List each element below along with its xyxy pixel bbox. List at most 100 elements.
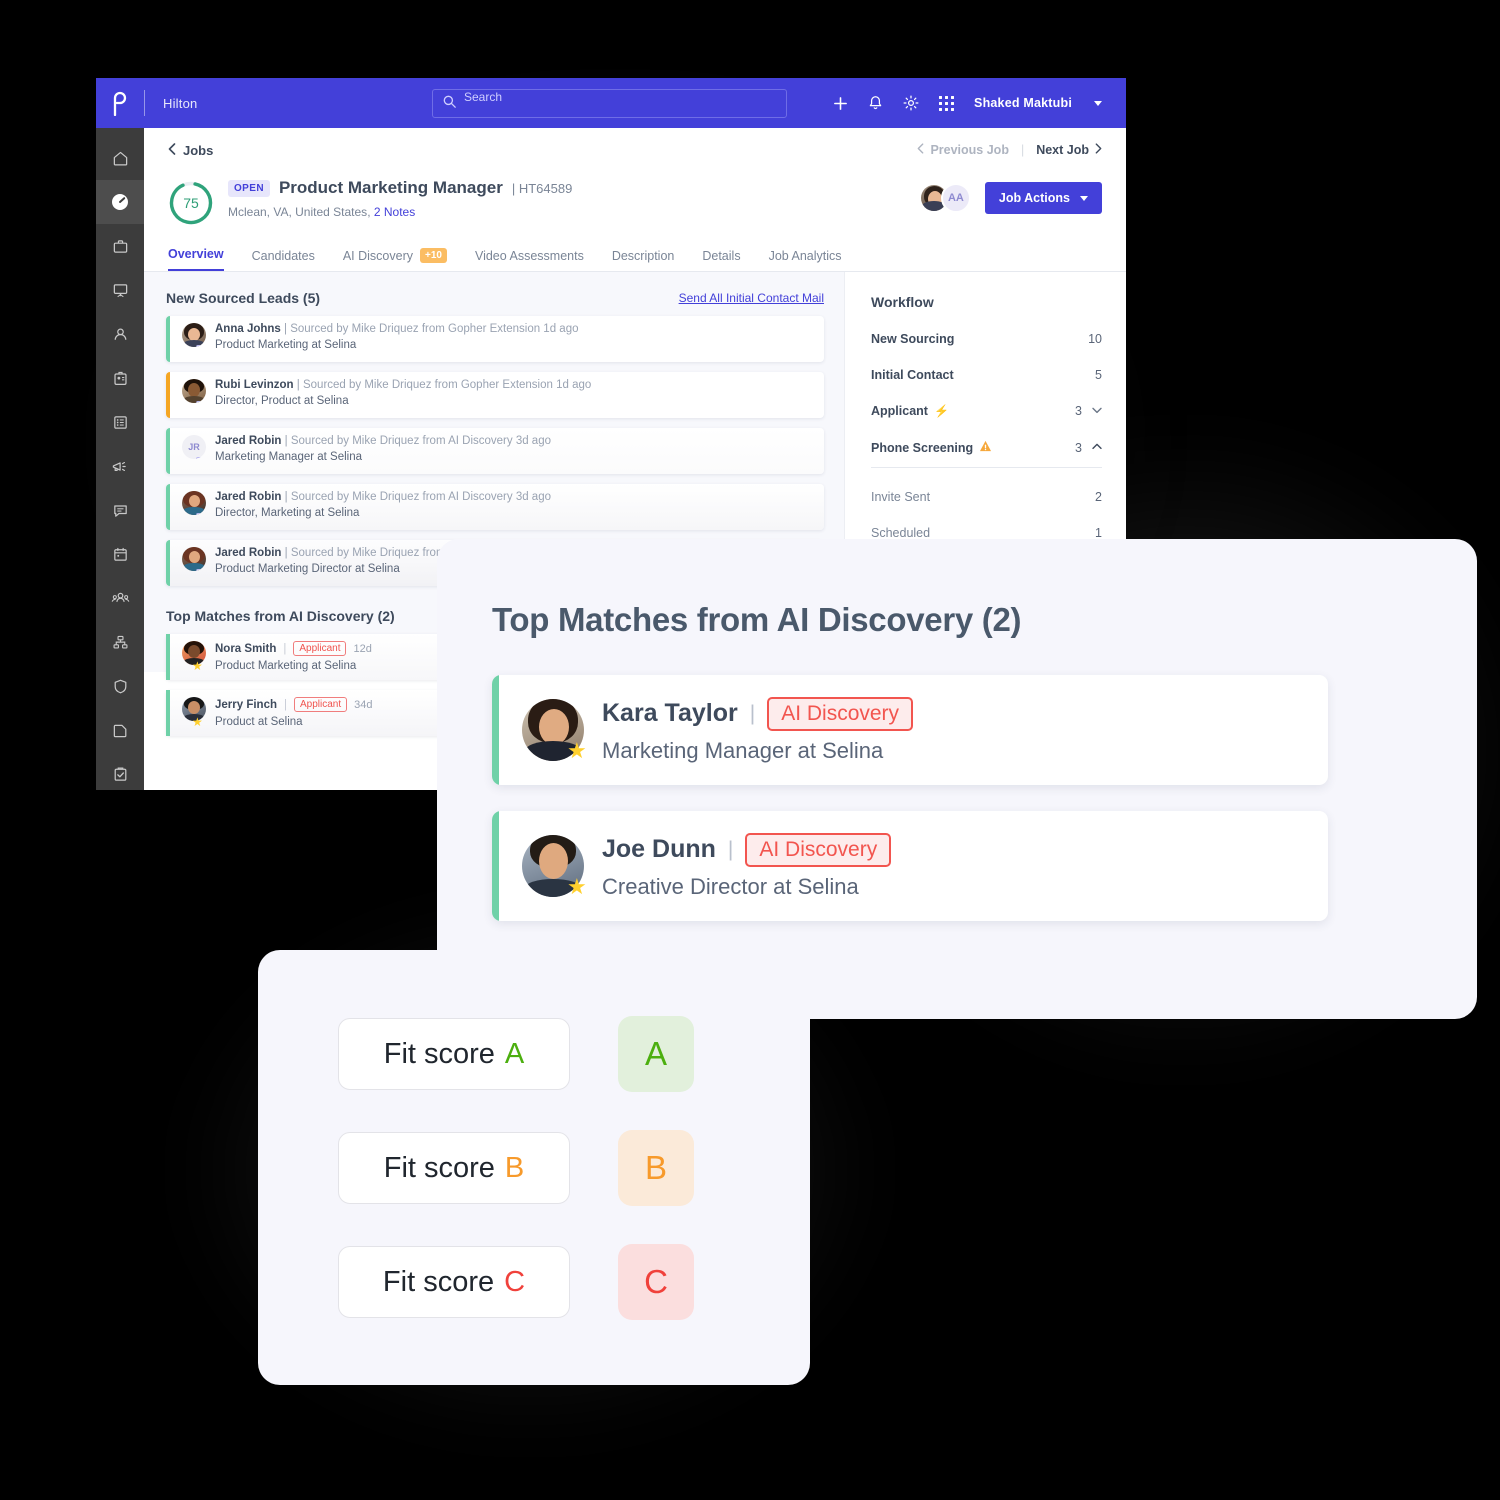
tab-description[interactable]: Description <box>612 249 675 271</box>
bell-icon[interactable] <box>868 95 883 111</box>
workflow-row-initial-contact[interactable]: Initial Contact 5 <box>871 368 1102 382</box>
sidebar-item-dashboard[interactable] <box>96 180 144 224</box>
overlay-match-name: Joe Dunn <box>602 835 716 863</box>
overlay-separator: | <box>727 837 734 861</box>
sidebar-item-messages[interactable] <box>96 488 144 532</box>
group-icon <box>111 592 129 602</box>
overlay-match-item[interactable]: ★ Joe Dunn | AI Discovery Creative Direc… <box>492 811 1328 921</box>
tab-label: Job Analytics <box>768 249 842 263</box>
next-job-button[interactable]: Next Job <box>1036 143 1102 157</box>
sidebar-item-lists[interactable] <box>96 400 144 444</box>
sidebar-item-security[interactable] <box>96 664 144 708</box>
tab-details[interactable]: Details <box>702 249 740 271</box>
sidebar-item-jobs[interactable] <box>96 224 144 268</box>
assignee-avatars[interactable]: AA <box>918 183 973 213</box>
speedometer-icon <box>112 194 128 210</box>
sidebar-item-home[interactable] <box>96 136 144 180</box>
fit-score-chip-a[interactable]: Fit score A <box>338 1018 570 1090</box>
avatar: New <box>182 323 206 347</box>
sidebar-item-candidates[interactable] <box>96 312 144 356</box>
send-all-initial-contact-mail-link[interactable]: Send All Initial Contact Mail <box>679 291 824 305</box>
sidebar-item-teams[interactable] <box>96 576 144 620</box>
warning-icon <box>979 440 992 455</box>
job-code: | HT64589 <box>511 180 573 196</box>
workflow-row-applicant[interactable]: Applicant ⚡ 3 <box>871 404 1102 418</box>
chevron-down-icon <box>1080 195 1088 201</box>
fit-score-grade: C <box>504 1265 526 1298</box>
sidebar-item-org-chart[interactable] <box>96 620 144 664</box>
list-item[interactable]: New Jared Robin | Sourced by Mike Drique… <box>166 484 824 530</box>
job-score-ring: 75 <box>168 180 214 226</box>
search-icon <box>443 95 456 113</box>
avatar: New <box>182 547 206 571</box>
logo-divider <box>144 90 145 116</box>
workflow-title: Workflow <box>871 294 934 310</box>
megaphone-icon <box>112 461 126 471</box>
shield-icon <box>114 679 126 693</box>
search-input[interactable]: Search <box>432 89 787 118</box>
avatar-initials: AA <box>940 183 971 213</box>
tab-job-analytics[interactable]: Job Analytics <box>769 249 842 271</box>
job-header-actions: AA Job Actions <box>918 182 1102 214</box>
workflow-row-new-sourcing[interactable]: New Sourcing 10 <box>871 332 1102 346</box>
fit-score-prefix: Fit score <box>383 1151 495 1184</box>
chevron-up-icon[interactable] <box>1092 442 1102 453</box>
pandologic-p-logo-icon <box>111 90 129 116</box>
left-sidebar <box>96 128 144 790</box>
job-actions-button[interactable]: Job Actions <box>984 182 1102 214</box>
sidebar-item-talent-pool[interactable] <box>96 356 144 400</box>
fit-score-square-a[interactable]: A <box>618 1016 694 1092</box>
list-item[interactable]: New Anna Johns | Sourced by Mike Driquez… <box>166 316 824 362</box>
fit-score-square-b[interactable]: B <box>618 1130 694 1206</box>
overlay-match-text: Joe Dunn | AI Discovery Creative Directo… <box>602 832 892 900</box>
chevron-down-icon[interactable] <box>1094 100 1102 106</box>
grid-apps-icon[interactable] <box>939 95 955 111</box>
app-logo[interactable] <box>96 78 144 128</box>
calendar-icon <box>113 547 127 561</box>
sidebar-item-tasks[interactable] <box>96 752 144 790</box>
previous-job-label: Previous Job <box>930 143 1009 157</box>
list-item[interactable]: New Rubi Levinzon | Sourced by Mike Driq… <box>166 372 824 418</box>
sidebar-item-campaigns[interactable] <box>96 268 144 312</box>
chevron-down-icon[interactable] <box>1092 406 1102 417</box>
fit-score-grade: A <box>644 1035 667 1072</box>
workflow-label: Scheduled <box>871 526 931 540</box>
fit-score-row: Fit score C C <box>258 1244 810 1320</box>
lead-meta: | Sourced by Mike Driquez from Gopher Ex… <box>284 323 579 335</box>
presentation-icon <box>113 283 127 297</box>
chevron-left-icon <box>168 142 176 158</box>
user-menu-label[interactable]: Shaked Maktubi <box>974 96 1072 110</box>
tab-candidates[interactable]: Candidates <box>252 249 315 271</box>
lead-initials: JR <box>188 442 200 452</box>
bolt-icon: ⚡ <box>933 404 949 418</box>
new-badge: New <box>196 513 206 515</box>
sidebar-item-marketing[interactable] <box>96 444 144 488</box>
fit-score-chip-c[interactable]: Fit score C <box>338 1246 570 1318</box>
fit-score-square-c[interactable]: C <box>618 1244 694 1320</box>
sidebar-item-calendar[interactable] <box>96 532 144 576</box>
ai-discovery-badge: AI Discovery <box>767 696 914 731</box>
list-item[interactable]: JR New Jared Robin | Sourced by Mike Dri… <box>166 428 824 474</box>
breadcrumb[interactable]: Jobs <box>168 143 213 158</box>
workflow-row-phone-screening[interactable]: Phone Screening 3 <box>871 440 1102 455</box>
workflow-row-invite-sent[interactable]: Invite Sent 2 <box>871 490 1102 504</box>
plus-icon[interactable] <box>833 96 848 111</box>
star-icon: ★ <box>192 659 203 673</box>
lead-meta: | Sourced by Mike Driquez from Gopher Ex… <box>296 379 592 391</box>
tab-overview[interactable]: Overview <box>168 247 224 271</box>
workflow-row-scheduled[interactable]: Scheduled 1 <box>871 526 1102 540</box>
list-item-text: Jared Robin | Sourced by Mike Driquez fr… <box>215 547 456 575</box>
gear-icon[interactable] <box>903 95 919 111</box>
fit-score-chip-b[interactable]: Fit score B <box>338 1132 570 1204</box>
lead-name: Anna Johns <box>215 323 281 335</box>
overlay-match-item[interactable]: ★ Kara Taylor | AI Discovery Marketing M… <box>492 675 1328 785</box>
star-icon: ★ <box>567 874 587 899</box>
new-badge: New <box>196 345 206 347</box>
sidebar-item-documents[interactable] <box>96 708 144 752</box>
tab-ai-discovery[interactable]: AI Discovery +10 <box>343 248 447 271</box>
tab-label: Candidates <box>251 249 315 263</box>
overlay-match-text: Kara Taylor | AI Discovery Marketing Man… <box>602 696 914 764</box>
tab-video-assessments[interactable]: Video Assessments <box>475 249 584 271</box>
job-notes-link[interactable]: 2 Notes <box>374 205 415 219</box>
previous-job-button[interactable]: Previous Job <box>917 143 1009 157</box>
